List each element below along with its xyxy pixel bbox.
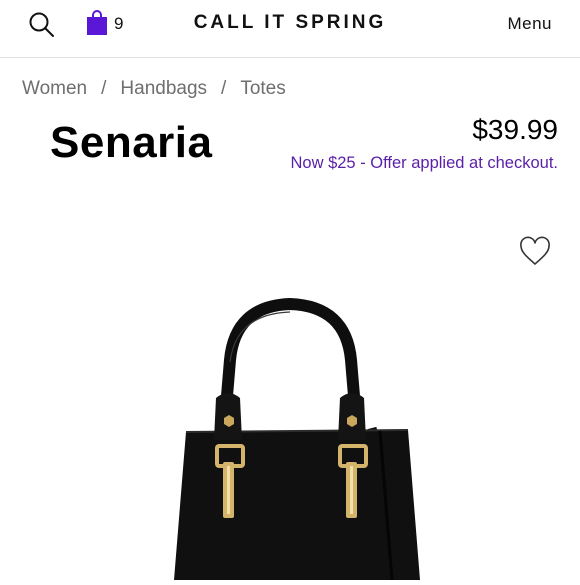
breadcrumb: Women / Handbags / Totes xyxy=(22,78,286,100)
promo-message: Now $25 - Offer applied at checkout. xyxy=(290,154,558,172)
shopping-bag-icon xyxy=(87,10,107,35)
breadcrumb-totes[interactable]: Totes xyxy=(240,78,285,100)
breadcrumb-separator: / xyxy=(101,78,107,99)
cart-count: 9 xyxy=(114,14,124,33)
menu-button[interactable]: Menu xyxy=(507,14,552,34)
breadcrumb-separator: / xyxy=(221,78,227,99)
breadcrumb-women[interactable]: Women xyxy=(22,78,87,100)
site-header: 9 CALL IT SPRING Menu xyxy=(0,0,580,58)
wishlist-button[interactable] xyxy=(518,236,552,268)
product-price: $39.99 xyxy=(472,114,558,145)
breadcrumb-handbags[interactable]: Handbags xyxy=(120,78,207,100)
handbag-illustration xyxy=(174,297,420,581)
cart-button[interactable]: 9 xyxy=(86,10,130,38)
search-button[interactable] xyxy=(28,10,58,40)
search-icon xyxy=(29,12,54,37)
heart-icon xyxy=(520,236,550,265)
product-title: Senaria xyxy=(50,118,213,167)
product-image[interactable] xyxy=(150,290,440,581)
